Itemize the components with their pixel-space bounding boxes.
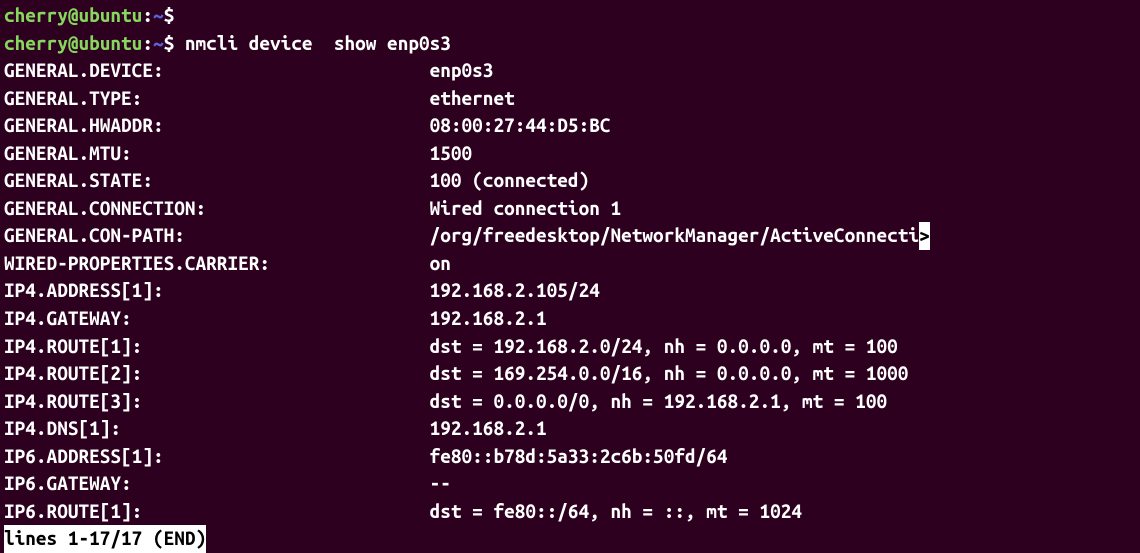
command-output: GENERAL.DEVICE: enp0s3GENERAL.TYPE: ethe… bbox=[4, 57, 1136, 525]
output-row: GENERAL.TYPE: ethernet bbox=[4, 85, 1136, 113]
output-value: ethernet bbox=[430, 87, 515, 109]
output-key: IP6.GATEWAY: bbox=[4, 472, 430, 494]
output-value: 192.168.2.1 bbox=[430, 307, 547, 329]
output-key: IP4.ROUTE[2]: bbox=[4, 362, 430, 384]
pager-status-line[interactable]: lines 1-17/17 (END) bbox=[4, 525, 1136, 553]
prompt-user: cherry bbox=[4, 32, 68, 54]
output-value: dst = 169.254.0.0/16, nh = 0.0.0.0, mt =… bbox=[430, 362, 909, 384]
output-value: on bbox=[430, 252, 451, 274]
terminal-window[interactable]: cherry@ubuntu:~$ cherry@ubuntu:~$ nmcli … bbox=[4, 2, 1136, 553]
prompt-colon: : bbox=[142, 4, 153, 26]
prompt-host: ubuntu bbox=[78, 32, 142, 54]
output-key: IP6.ADDRESS[1]: bbox=[4, 445, 430, 467]
output-key: GENERAL.MTU: bbox=[4, 142, 430, 164]
output-key: IP4.DNS[1]: bbox=[4, 417, 430, 439]
prompt-at: @ bbox=[68, 32, 79, 54]
output-key: IP4.ROUTE[1]: bbox=[4, 335, 430, 357]
output-key: GENERAL.CONNECTION: bbox=[4, 197, 430, 219]
output-row: IP4.DNS[1]: 192.168.2.1 bbox=[4, 415, 1136, 443]
output-key: WIRED-PROPERTIES.CARRIER: bbox=[4, 252, 430, 274]
prompt-path: ~ bbox=[153, 32, 164, 54]
truncation-indicator: > bbox=[919, 222, 930, 250]
output-row: GENERAL.HWADDR: 08:00:27:44:D5:BC bbox=[4, 112, 1136, 140]
output-value: enp0s3 bbox=[430, 59, 494, 81]
output-row: IP4.ADDRESS[1]: 192.168.2.105/24 bbox=[4, 277, 1136, 305]
output-row: GENERAL.CONNECTION: Wired connection 1 bbox=[4, 195, 1136, 223]
output-row: GENERAL.CON-PATH: /org/freedesktop/Netwo… bbox=[4, 222, 1136, 250]
command-line: cherry@ubuntu:~$ nmcli device show enp0s… bbox=[4, 30, 1136, 58]
output-row: GENERAL.MTU: 1500 bbox=[4, 140, 1136, 168]
output-value: /org/freedesktop/NetworkManager/ActiveCo… bbox=[430, 224, 919, 246]
output-value: 192.168.2.1 bbox=[430, 417, 547, 439]
output-key: IP4.ADDRESS[1]: bbox=[4, 279, 430, 301]
prompt-user: cherry bbox=[4, 4, 68, 26]
prompt-colon: : bbox=[142, 32, 153, 54]
output-row: GENERAL.DEVICE: enp0s3 bbox=[4, 57, 1136, 85]
prompt-at: @ bbox=[68, 4, 79, 26]
output-value: dst = 192.168.2.0/24, nh = 0.0.0.0, mt =… bbox=[430, 335, 898, 357]
output-row: IP6.ROUTE[1]: dst = fe80::/64, nh = ::, … bbox=[4, 498, 1136, 526]
output-row: GENERAL.STATE: 100 (connected) bbox=[4, 167, 1136, 195]
empty-prompt-line: cherry@ubuntu:~$ bbox=[4, 2, 1136, 30]
command-text: nmcli device show enp0s3 bbox=[174, 32, 451, 54]
output-key: IP6.ROUTE[1]: bbox=[4, 500, 430, 522]
output-value: 1500 bbox=[430, 142, 473, 164]
output-row: IP6.GATEWAY: -- bbox=[4, 470, 1136, 498]
prompt-dollar: $ bbox=[164, 32, 175, 54]
output-value: Wired connection 1 bbox=[430, 197, 622, 219]
output-key: IP4.GATEWAY: bbox=[4, 307, 430, 329]
prompt-path: ~ bbox=[153, 4, 164, 26]
output-value: 192.168.2.105/24 bbox=[430, 279, 600, 301]
output-value: fe80::b78d:5a33:2c6b:50fd/64 bbox=[430, 445, 728, 467]
prompt-host: ubuntu bbox=[78, 4, 142, 26]
output-value: 08:00:27:44:D5:BC bbox=[430, 114, 611, 136]
output-key: IP4.ROUTE[3]: bbox=[4, 390, 430, 412]
output-value: -- bbox=[430, 472, 451, 494]
output-row: WIRED-PROPERTIES.CARRIER: on bbox=[4, 250, 1136, 278]
prompt-dollar: $ bbox=[164, 4, 175, 26]
output-value: 100 (connected) bbox=[430, 169, 590, 191]
output-row: IP4.ROUTE[3]: dst = 0.0.0.0/0, nh = 192.… bbox=[4, 388, 1136, 416]
output-row: IP4.GATEWAY: 192.168.2.1 bbox=[4, 305, 1136, 333]
output-value: dst = 0.0.0.0/0, nh = 192.168.2.1, mt = … bbox=[430, 390, 888, 412]
output-key: GENERAL.HWADDR: bbox=[4, 114, 430, 136]
output-row: IP4.ROUTE[1]: dst = 192.168.2.0/24, nh =… bbox=[4, 333, 1136, 361]
output-row: IP6.ADDRESS[1]: fe80::b78d:5a33:2c6b:50f… bbox=[4, 443, 1136, 471]
pager-status-text: lines 1-17/17 (END) bbox=[4, 525, 206, 553]
output-key: GENERAL.DEVICE: bbox=[4, 59, 430, 81]
output-row: IP4.ROUTE[2]: dst = 169.254.0.0/16, nh =… bbox=[4, 360, 1136, 388]
output-key: GENERAL.STATE: bbox=[4, 169, 430, 191]
output-key: GENERAL.TYPE: bbox=[4, 87, 430, 109]
output-key: GENERAL.CON-PATH: bbox=[4, 224, 430, 246]
output-value: dst = fe80::/64, nh = ::, mt = 1024 bbox=[430, 500, 802, 522]
